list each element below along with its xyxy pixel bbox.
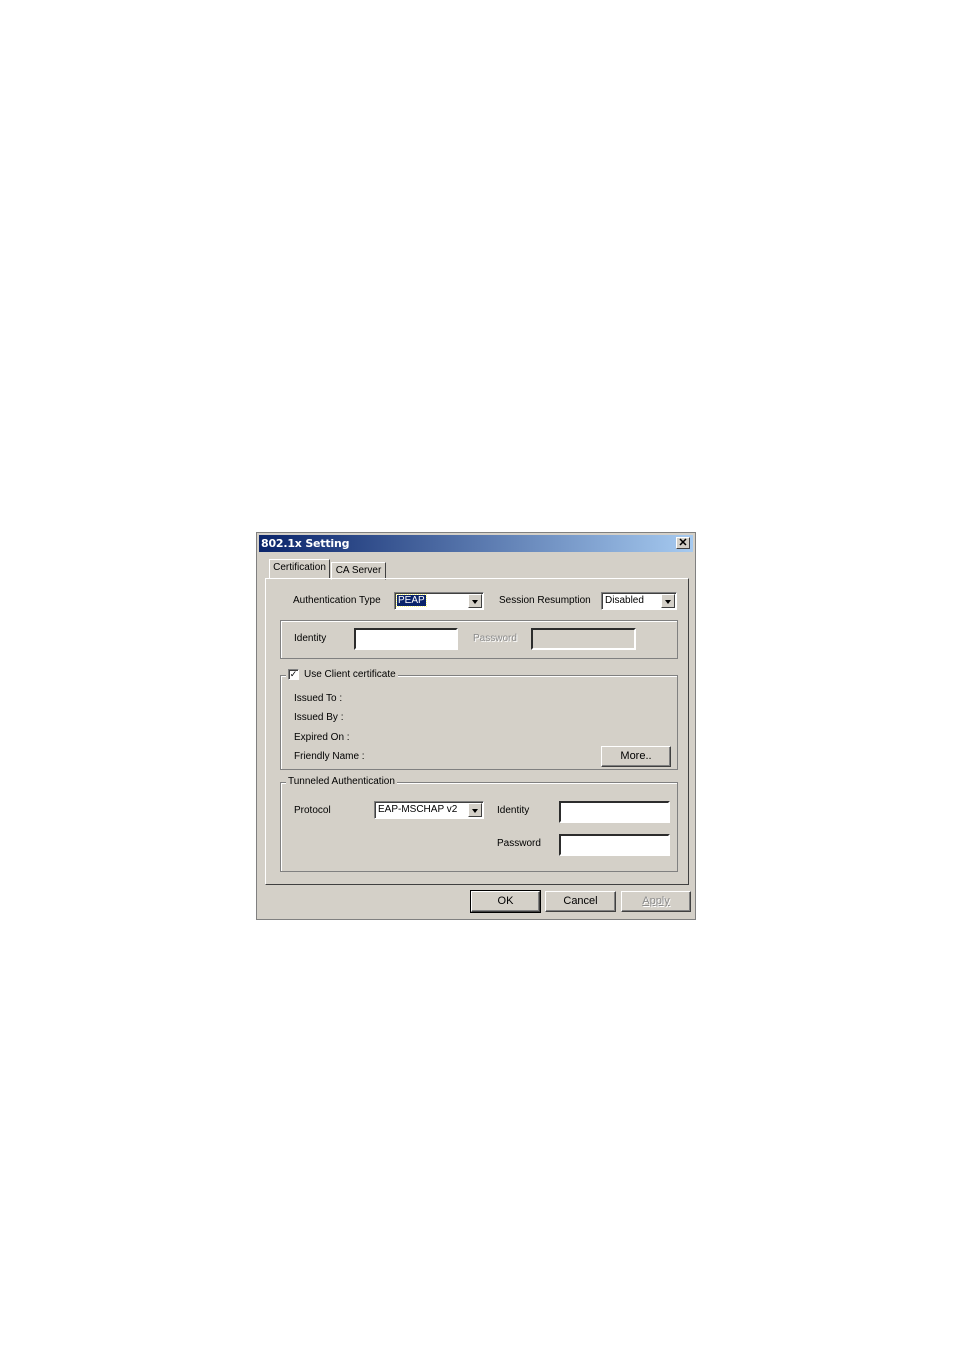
ok-button[interactable]: OK [470,890,541,913]
checkmark-icon: ✓ [289,669,298,679]
title-bar[interactable]: 802.1x Setting ✕ [259,535,693,552]
expired-on-label: Expired On : [294,732,350,743]
session-resumption-value: Disabled [605,595,644,606]
client-certificate-group: ✓ Use Client certificate Issued To : Iss… [280,669,678,770]
issued-to-label: Issued To : [294,693,343,704]
more-button[interactable]: More.. [601,746,671,767]
tab-certification[interactable]: Certification [269,559,330,579]
dialog-802-1x-setting: 802.1x Setting ✕ Certification CA Server… [256,532,696,920]
cancel-button[interactable]: Cancel [545,891,616,912]
password-label: Password [473,633,517,644]
use-client-certificate-checkbox[interactable]: ✓ [288,669,299,680]
tab-certification-label: Certification [273,562,326,573]
session-resumption-label: Session Resumption [499,595,591,606]
tab-ca-server-label: CA Server [335,565,382,576]
use-client-certificate-label: Use Client certificate [304,669,396,681]
identity-input[interactable] [354,628,458,650]
tunneled-identity-input[interactable] [559,801,670,823]
protocol-value: EAP-MSCHAP v2 [378,804,458,815]
client-certificate-legend: ✓ Use Client certificate [286,669,398,681]
chevron-down-icon[interactable] [468,803,482,817]
chevron-down-icon[interactable] [661,594,675,608]
authentication-type-label: Authentication Type [293,595,381,606]
close-icon: ✕ [678,537,688,549]
session-resumption-select[interactable]: Disabled [601,592,677,610]
password-input [531,628,636,650]
tunneled-identity-label: Identity [497,805,530,816]
issued-by-label: Issued By : [294,712,344,723]
friendly-name-label: Friendly Name : [294,751,365,762]
identity-label: Identity [294,633,327,644]
tunneled-authentication-legend: Tunneled Authentication [286,776,397,787]
window-title: 802.1x Setting [261,537,350,550]
authentication-type-value: PEAP [396,594,427,607]
certification-panel: Authentication Type PEAP Session Resumpt… [265,578,689,885]
identity-group: Identity Password [280,620,678,659]
protocol-label: Protocol [294,805,331,816]
protocol-select[interactable]: EAP-MSCHAP v2 [374,801,484,819]
authentication-type-select[interactable]: PEAP [394,592,484,610]
close-button[interactable]: ✕ [676,537,690,549]
chevron-down-icon[interactable] [468,594,482,608]
apply-button: Apply [621,891,691,912]
tunneled-password-label: Password [497,838,541,849]
tunneled-authentication-group: Tunneled Authentication Protocol EAP-MSC… [280,776,678,872]
tunneled-password-input[interactable] [559,834,670,856]
